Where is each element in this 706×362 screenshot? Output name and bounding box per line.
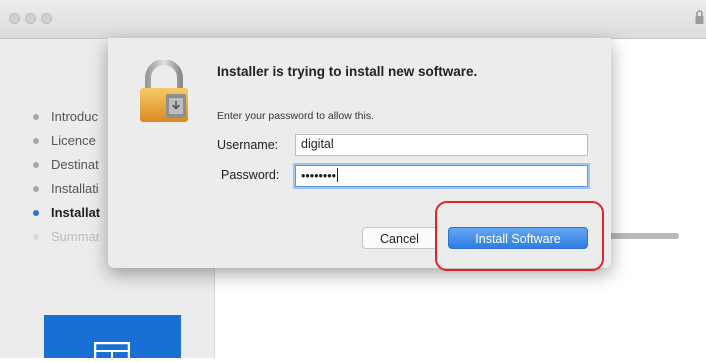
step-dot	[33, 114, 39, 120]
zoom-window-button[interactable]	[41, 13, 52, 24]
installer-logo-icon	[94, 342, 130, 362]
window-titlebar	[0, 0, 706, 39]
step-dot	[33, 186, 39, 192]
step-label: Installat	[51, 205, 101, 220]
step-label: Destinat	[51, 157, 99, 172]
step-dot	[33, 234, 39, 240]
step-dot	[33, 162, 39, 168]
password-value: ••••••••	[301, 169, 337, 183]
installer-brand-logo	[44, 315, 181, 362]
dialog-subtitle: Enter your password to allow this.	[217, 110, 374, 122]
lock-icon	[695, 10, 704, 24]
username-field[interactable]: digital	[295, 134, 588, 156]
step-label: Summar	[51, 229, 101, 244]
step-dot	[33, 138, 39, 144]
close-window-button[interactable]	[9, 13, 20, 24]
password-label: Password:	[221, 168, 280, 182]
install-button-highlight	[435, 201, 604, 271]
step-label: Licence	[51, 133, 96, 148]
username-value: digital	[301, 137, 334, 151]
step-dot-active	[33, 210, 39, 216]
cancel-button[interactable]: Cancel	[362, 227, 437, 249]
dialog-title: Installer is trying to install new softw…	[217, 64, 478, 79]
step-label: Installati	[51, 181, 99, 196]
step-label: Introduc	[51, 109, 98, 124]
padlock-icon	[140, 60, 188, 122]
text-caret	[337, 168, 339, 182]
password-field[interactable]: ••••••••	[295, 165, 588, 187]
minimize-window-button[interactable]	[25, 13, 36, 24]
username-label: Username:	[217, 138, 279, 152]
